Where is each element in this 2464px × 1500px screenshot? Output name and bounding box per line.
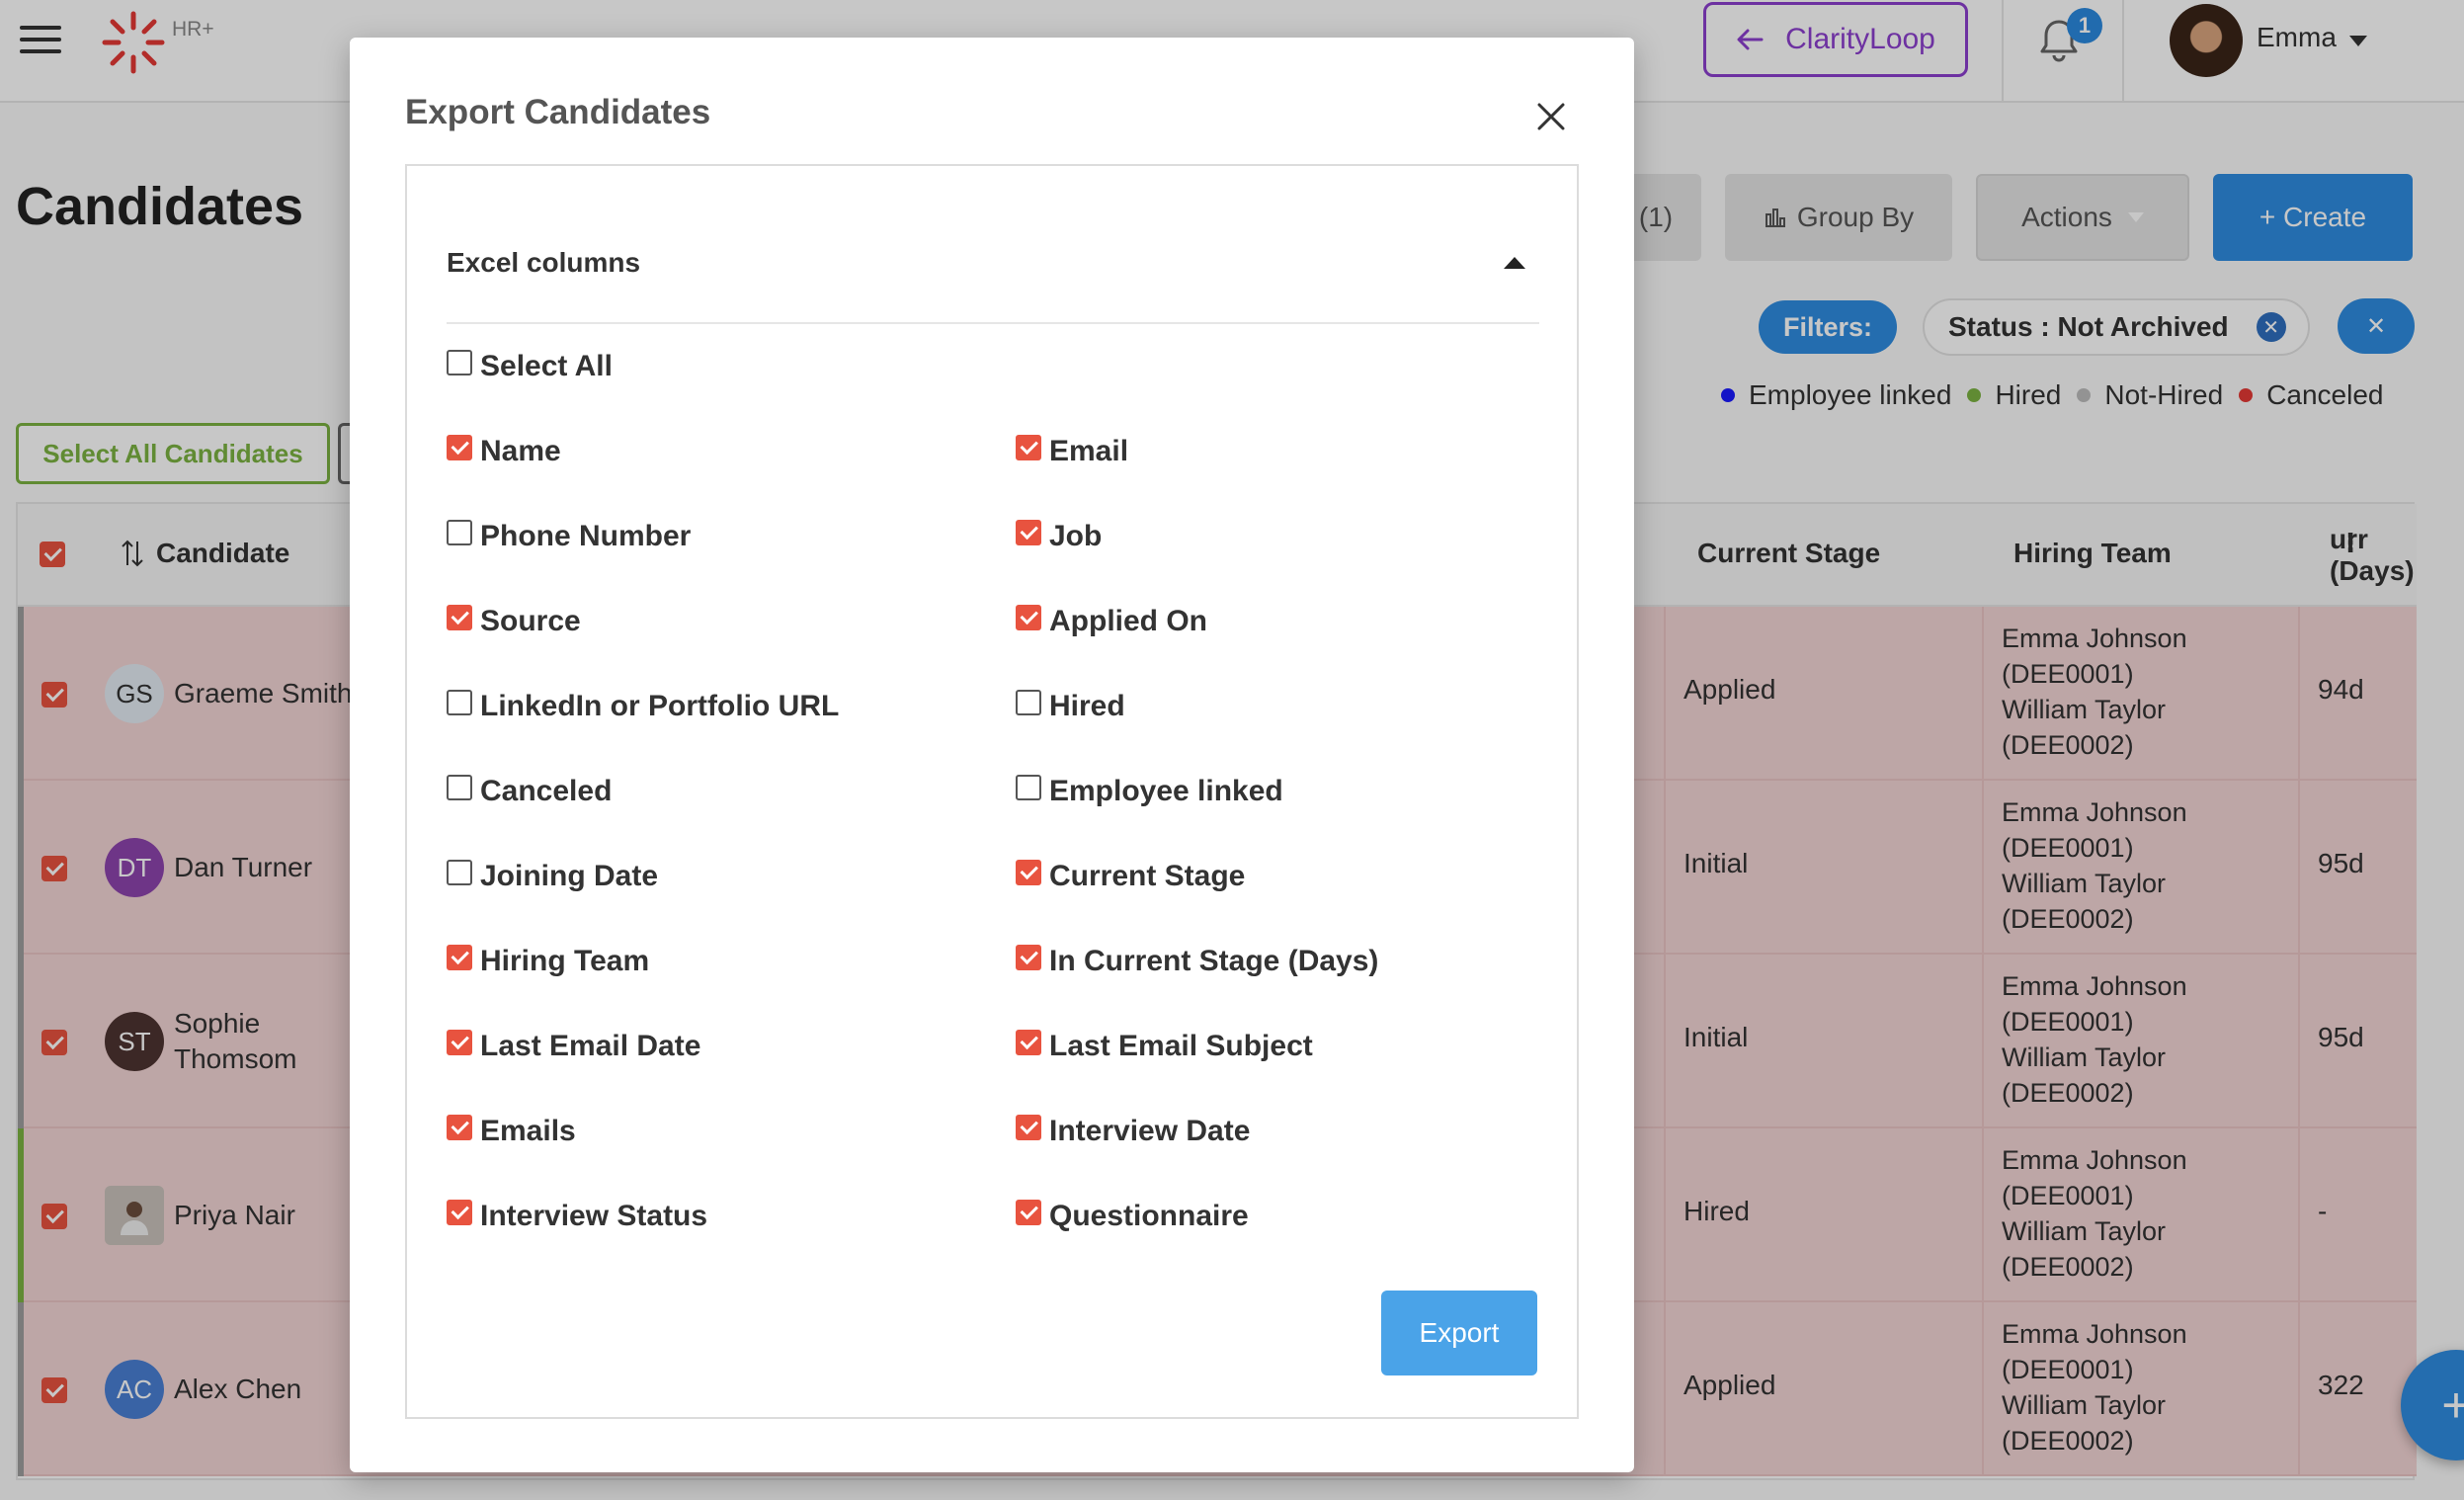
checkbox-icon[interactable] xyxy=(1016,1200,1041,1225)
option-label: Applied On xyxy=(1049,605,1207,637)
option-label: Canceled xyxy=(480,775,613,807)
option-label: Phone Number xyxy=(480,520,692,552)
column-option-last-email-subject[interactable]: Last Email Subject xyxy=(1016,1030,1313,1063)
checkbox-icon[interactable] xyxy=(1016,520,1041,545)
checkbox-icon[interactable] xyxy=(447,775,472,800)
column-option-hiring-team[interactable]: Hiring Team xyxy=(447,945,649,978)
column-option-questionnaire[interactable]: Questionnaire xyxy=(1016,1200,1249,1233)
option-label: Last Email Subject xyxy=(1049,1030,1313,1062)
checkbox-icon[interactable] xyxy=(447,945,472,970)
checkbox-icon[interactable] xyxy=(1016,435,1041,460)
column-option-job[interactable]: Job xyxy=(1016,520,1102,553)
export-button[interactable]: Export xyxy=(1381,1291,1537,1375)
column-option-hired[interactable]: Hired xyxy=(1016,690,1125,723)
checkbox-icon[interactable] xyxy=(447,1200,472,1225)
option-label: Name xyxy=(480,435,561,467)
checkbox-icon[interactable] xyxy=(447,350,472,375)
divider xyxy=(447,322,1539,324)
checkbox-icon[interactable] xyxy=(447,435,472,460)
checkbox-icon[interactable] xyxy=(1016,775,1041,800)
column-option-applied-on[interactable]: Applied On xyxy=(1016,605,1207,638)
option-label: Source xyxy=(480,605,581,637)
option-label: Interview Date xyxy=(1049,1115,1251,1147)
checkbox-icon[interactable] xyxy=(447,1115,472,1140)
option-label: Interview Status xyxy=(480,1200,708,1232)
option-label: Joining Date xyxy=(480,860,659,892)
option-label: Last Email Date xyxy=(480,1030,701,1062)
checkbox-icon[interactable] xyxy=(447,690,472,715)
column-option-emails[interactable]: Emails xyxy=(447,1115,576,1148)
checkbox-icon[interactable] xyxy=(447,605,472,630)
chevron-up-icon[interactable] xyxy=(1504,257,1525,269)
column-option-source[interactable]: Source xyxy=(447,605,581,638)
checkbox-icon[interactable] xyxy=(447,1030,472,1055)
column-option-in-current-stage[interactable]: In Current Stage (Days) xyxy=(1016,945,1378,978)
option-label: Select All xyxy=(480,350,613,382)
column-option-interview-status[interactable]: Interview Status xyxy=(447,1200,707,1233)
option-label: Hiring Team xyxy=(480,945,650,977)
column-option-name[interactable]: Name xyxy=(447,435,561,468)
option-label: Email xyxy=(1049,435,1129,467)
checkbox-icon[interactable] xyxy=(1016,860,1041,885)
export-candidates-modal: Export Candidates Excel columns Select A… xyxy=(350,38,1634,1472)
checkbox-icon[interactable] xyxy=(1016,945,1041,970)
select-all-checkbox[interactable]: Select All xyxy=(447,350,613,383)
close-icon[interactable] xyxy=(1531,97,1571,136)
checkbox-icon[interactable] xyxy=(1016,690,1041,715)
column-option-canceled[interactable]: Canceled xyxy=(447,775,612,808)
option-label: In Current Stage (Days) xyxy=(1049,945,1379,977)
column-option-phone-number[interactable]: Phone Number xyxy=(447,520,691,553)
option-label: LinkedIn or Portfolio URL xyxy=(480,690,840,722)
column-option-joining-date[interactable]: Joining Date xyxy=(447,860,658,893)
column-option-last-email-date[interactable]: Last Email Date xyxy=(447,1030,700,1063)
column-option-linkedin[interactable]: LinkedIn or Portfolio URL xyxy=(447,690,839,723)
modal-title: Export Candidates xyxy=(405,93,711,131)
option-label: Emails xyxy=(480,1115,576,1147)
option-label: Hired xyxy=(1049,690,1125,722)
option-label: Job xyxy=(1049,520,1103,552)
checkbox-icon[interactable] xyxy=(1016,1115,1041,1140)
checkbox-icon[interactable] xyxy=(1016,605,1041,630)
column-option-employee-linked[interactable]: Employee linked xyxy=(1016,775,1283,808)
option-label: Questionnaire xyxy=(1049,1200,1249,1232)
column-option-interview-date[interactable]: Interview Date xyxy=(1016,1115,1250,1148)
checkbox-icon[interactable] xyxy=(447,860,472,885)
accordion-title[interactable]: Excel columns xyxy=(447,247,640,279)
option-label: Current Stage xyxy=(1049,860,1246,892)
checkbox-icon[interactable] xyxy=(447,520,472,545)
option-label: Employee linked xyxy=(1049,775,1283,807)
excel-columns-panel: Excel columns Select All Name Email Phon… xyxy=(405,164,1579,1419)
column-option-current-stage[interactable]: Current Stage xyxy=(1016,860,1245,893)
column-option-email[interactable]: Email xyxy=(1016,435,1128,468)
checkbox-icon[interactable] xyxy=(1016,1030,1041,1055)
